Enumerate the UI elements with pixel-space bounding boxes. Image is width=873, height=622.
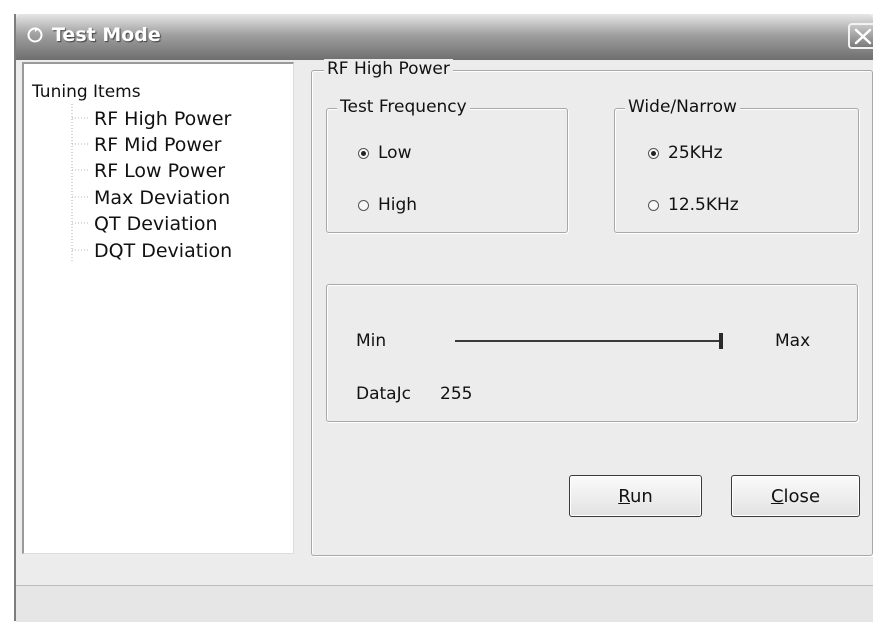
radio-high-indicator[interactable]: [358, 199, 369, 211]
tree-item-qt-deviation[interactable]: QT Deviation: [94, 213, 217, 235]
tree-root-tuning-items[interactable]: Tuning Items: [32, 82, 141, 102]
close-button-label: Close: [771, 486, 820, 507]
tree-item-max-deviation[interactable]: Max Deviation: [94, 187, 230, 209]
close-rest: lose: [783, 485, 821, 507]
close-window-button[interactable]: [848, 23, 873, 49]
refresh-icon: [27, 27, 43, 43]
radio-25khz-indicator[interactable]: [648, 147, 659, 159]
radio-12-5khz-indicator[interactable]: [648, 199, 659, 211]
test-frequency-label: Test Frequency: [337, 97, 470, 117]
tree-item-rf-low-power[interactable]: RF Low Power: [94, 160, 225, 182]
run-rest: un: [629, 485, 653, 507]
radio-low-label: Low: [378, 143, 412, 163]
run-button-label: Run: [618, 486, 653, 507]
radio-12-5khz[interactable]: 12.5KHz: [648, 195, 739, 215]
radio-12-5khz-label: 12.5KHz: [668, 195, 739, 215]
status-bar: [16, 585, 873, 622]
radio-low[interactable]: Low: [358, 143, 411, 163]
close-button[interactable]: Close: [731, 475, 860, 517]
slider-min-label: Min: [356, 331, 387, 351]
radio-high[interactable]: High: [358, 195, 417, 215]
radio-25khz[interactable]: 25KHz: [648, 143, 723, 163]
close-icon: [854, 28, 872, 45]
tuning-items-tree[interactable]: Tuning Items RF High Power RF Mid Power …: [22, 62, 294, 554]
tree-item-rf-high-power[interactable]: RF High Power: [94, 108, 231, 130]
slider-max-label: Max: [775, 331, 811, 351]
radio-25khz-label: 25KHz: [668, 143, 723, 163]
power-slider-thumb[interactable]: [719, 333, 723, 349]
rf-high-power-group-label: RF High Power: [324, 59, 453, 79]
close-accesskey: C: [770, 485, 784, 507]
tree-item-rf-mid-power[interactable]: RF Mid Power: [94, 134, 221, 156]
wide-narrow-label: Wide/Narrow: [625, 97, 740, 117]
window-title: Test Mode: [52, 24, 161, 46]
run-button[interactable]: Run: [569, 475, 702, 517]
radio-high-label: High: [378, 195, 418, 215]
data-value: 255: [440, 384, 473, 404]
title-bar[interactable]: Test Mode: [16, 14, 873, 60]
tree-item-dqt-deviation[interactable]: DQT Deviation: [94, 240, 232, 262]
radio-low-indicator[interactable]: [358, 147, 369, 159]
data-value-label: DataJc: [356, 384, 411, 404]
power-slider-track[interactable]: [455, 340, 721, 342]
run-accesskey: R: [618, 485, 630, 507]
